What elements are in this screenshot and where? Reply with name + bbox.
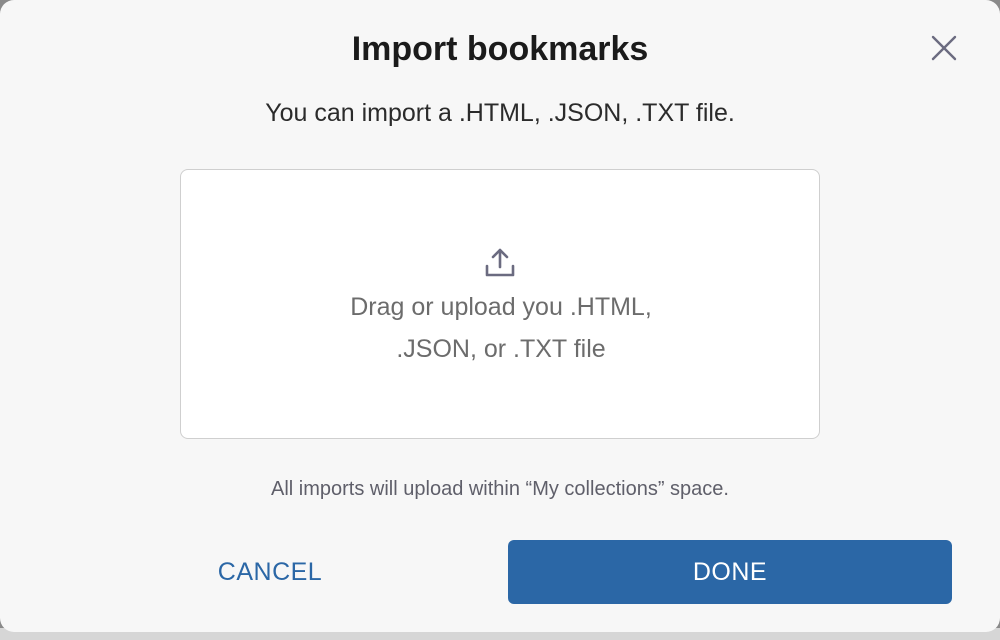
close-button[interactable] <box>926 30 962 66</box>
cancel-button[interactable]: CANCEL <box>190 540 350 604</box>
file-dropzone[interactable]: Drag or upload you .HTML, .JSON, or .TXT… <box>180 169 820 439</box>
done-button[interactable]: DONE <box>508 540 952 604</box>
dropzone-text: Drag or upload you .HTML, .JSON, or .TXT… <box>181 286 821 370</box>
dropzone-line-1: Drag or upload you .HTML, <box>350 293 652 321</box>
close-icon <box>931 35 957 61</box>
dialog-subtitle: You can import a .HTML, .JSON, .TXT file… <box>265 99 735 127</box>
dropzone-line-2: .JSON, or .TXT file <box>396 335 606 363</box>
upload-icon <box>485 248 515 277</box>
dialog-title: Import bookmarks <box>351 30 649 68</box>
import-note: All imports will upload within “My colle… <box>271 478 729 500</box>
import-bookmarks-dialog: Import bookmarks You can import a .HTML,… <box>0 0 1000 632</box>
